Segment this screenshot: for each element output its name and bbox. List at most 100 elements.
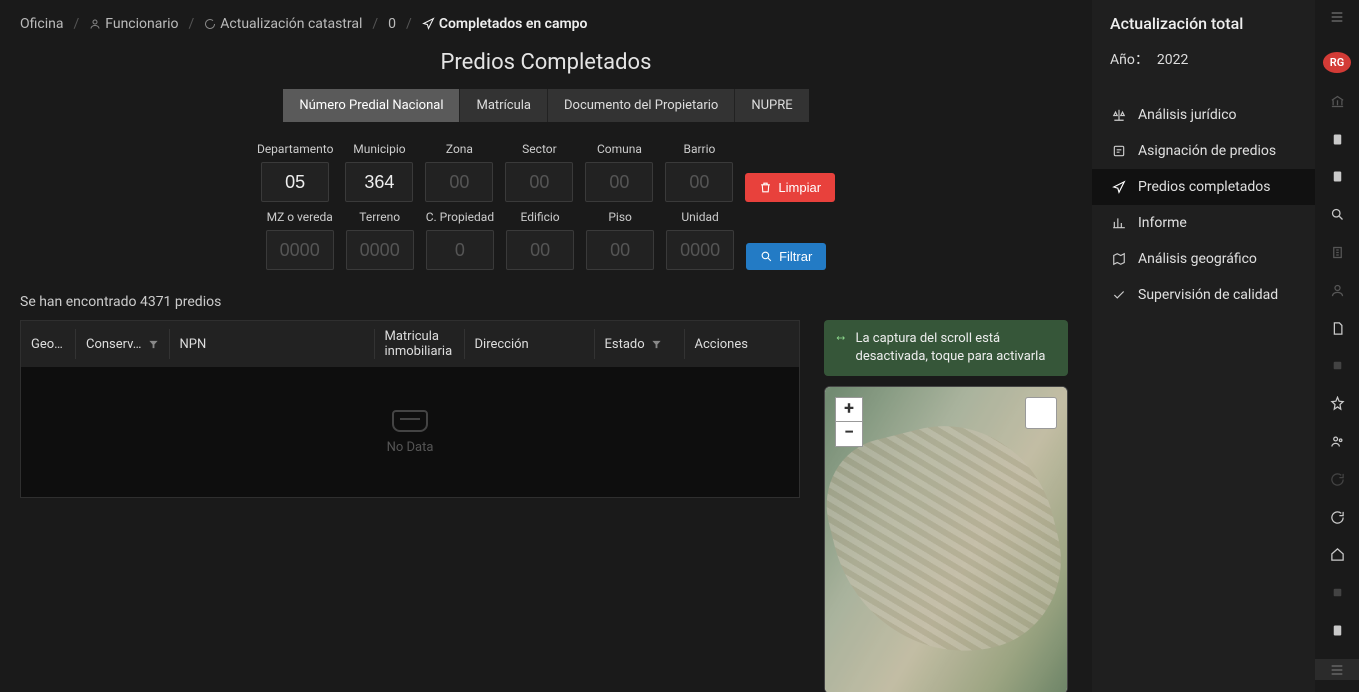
aside-item-informe[interactable]: Informe [1092,205,1315,241]
filter-icon[interactable] [651,339,662,350]
input-sector[interactable] [505,162,573,202]
input-barrio[interactable] [665,162,733,202]
bank-button[interactable] [1315,93,1359,111]
input-municipio[interactable] [345,162,413,202]
aside-item-label: Análisis jurídico [1138,107,1237,123]
assign-icon [1112,144,1126,158]
square2-button[interactable] [1315,584,1359,602]
th-npn[interactable]: NPN [170,329,375,359]
paste-button[interactable] [1315,621,1359,639]
field-barrio: Barrio [665,142,733,202]
fields: Departamento Municipio Zona Sector Comun… [20,134,1072,270]
breadcrumb-item[interactable]: Oficina [20,16,63,32]
aside-item-label: Asignación de predios [1138,143,1276,159]
aside-item-analisis-juridico[interactable]: Análisis jurídico [1092,97,1315,133]
square-icon [1331,359,1344,372]
building-icon [1330,245,1345,260]
layers-button[interactable] [1025,397,1057,429]
sync-dim-button[interactable] [1315,470,1359,488]
chart-icon [1112,216,1126,230]
star-button[interactable] [1315,395,1359,413]
sync-button[interactable] [1315,508,1359,526]
clipboard2-button[interactable] [1315,168,1359,186]
filter-icon[interactable] [148,339,159,350]
input-departamento[interactable] [261,162,329,202]
breadcrumb-item-current: Completados en campo [422,16,588,32]
field-departamento: Departamento [257,142,333,202]
breadcrumb-separator: / [372,16,378,32]
page-title: Predios Completados [20,50,1072,75]
house-button[interactable] [1315,546,1359,564]
th-direccion[interactable]: Dirección [465,329,595,359]
tab-matricula[interactable]: Matrícula [460,89,548,122]
people-button[interactable] [1315,433,1359,451]
th-estado[interactable]: Estado [595,329,685,359]
field-zona: Zona [425,142,493,202]
input-cpropiedad[interactable] [426,230,494,270]
input-comuna[interactable] [585,162,653,202]
zoom-out-button[interactable]: − [835,422,863,447]
table-header: Geo… Conserv… NPN Matricula inmobiliaria… [21,321,799,367]
input-zona[interactable] [425,162,493,202]
breadcrumb: Oficina / Funcionario / Actualización ca… [20,16,1072,32]
breadcrumb-item[interactable]: Actualización catastral [204,16,362,32]
send-icon [1112,180,1126,194]
table-empty: No Data [21,367,799,497]
field-municipio: Municipio [345,142,413,202]
filter-button[interactable]: Filtrar [746,243,826,270]
input-terreno[interactable] [346,230,414,270]
send-icon [422,17,435,30]
collapse-button[interactable] [1315,659,1359,680]
aside-item-geografico[interactable]: Análisis geográfico [1092,241,1315,277]
label-barrio: Barrio [683,142,715,156]
user-button[interactable] [1315,281,1359,299]
field-mz: MZ o vereda [266,210,334,270]
aside-item-completados[interactable]: Predios completados [1092,169,1315,205]
label-cpropiedad: C. Propiedad [426,210,494,224]
aside-year: Año：2022 [1110,49,1297,69]
scroll-banner-text: La captura del scroll está desactivada, … [856,330,1057,366]
tab-numero-predial[interactable]: Número Predial Nacional [283,89,460,122]
input-piso[interactable] [586,230,654,270]
aside-panel: Actualización total Año：2022 Análisis ju… [1092,0,1315,692]
label-sector: Sector [522,142,557,156]
th-geo[interactable]: Geo… [21,329,76,359]
clipboard2-icon [1330,169,1345,184]
check-icon [1112,288,1126,302]
avatar[interactable]: RG [1323,52,1351,73]
square2-icon [1331,586,1344,599]
input-unidad[interactable] [666,230,734,270]
scroll-capture-banner[interactable]: La captura del scroll está desactivada, … [824,320,1068,376]
label-edificio: Edificio [521,210,560,224]
breadcrumb-label: Completados en campo [439,16,588,32]
search-button[interactable] [1315,206,1359,224]
filter-button-label: Filtrar [779,249,812,264]
aside-item-label: Análisis geográfico [1138,251,1257,267]
results-table: Geo… Conserv… NPN Matricula inmobiliaria… [20,320,800,498]
list-toggle[interactable] [1315,8,1359,26]
input-edificio[interactable] [506,230,574,270]
tab-documento[interactable]: Documento del Propietario [548,89,735,122]
aside-item-label: Supervisión de calidad [1138,287,1278,303]
tab-nupre[interactable]: NUPRE [735,89,808,122]
th-matricula[interactable]: Matricula inmobiliaria [375,329,465,359]
th-conserv[interactable]: Conserv… [76,329,170,359]
label-piso: Piso [608,210,632,224]
map[interactable]: + − [824,386,1068,692]
input-mz[interactable] [266,230,334,270]
zoom-in-button[interactable]: + [835,397,863,422]
aside-item-supervision[interactable]: Supervisión de calidad [1092,277,1315,313]
aside-item-asignacion[interactable]: Asignación de predios [1092,133,1315,169]
square-button[interactable] [1315,357,1359,375]
breadcrumb-item[interactable]: Funcionario [89,16,178,32]
aside-item-label: Predios completados [1138,179,1270,195]
label-terreno: Terreno [359,210,400,224]
star-icon [1330,396,1345,411]
clear-button[interactable]: Limpiar [745,173,835,202]
file-button[interactable] [1315,319,1359,337]
breadcrumb-item[interactable]: 0 [388,16,396,32]
clipboard-button[interactable] [1315,130,1359,148]
building-button[interactable] [1315,244,1359,262]
year-value: 2022 [1157,52,1188,68]
user-icon [1330,283,1345,298]
